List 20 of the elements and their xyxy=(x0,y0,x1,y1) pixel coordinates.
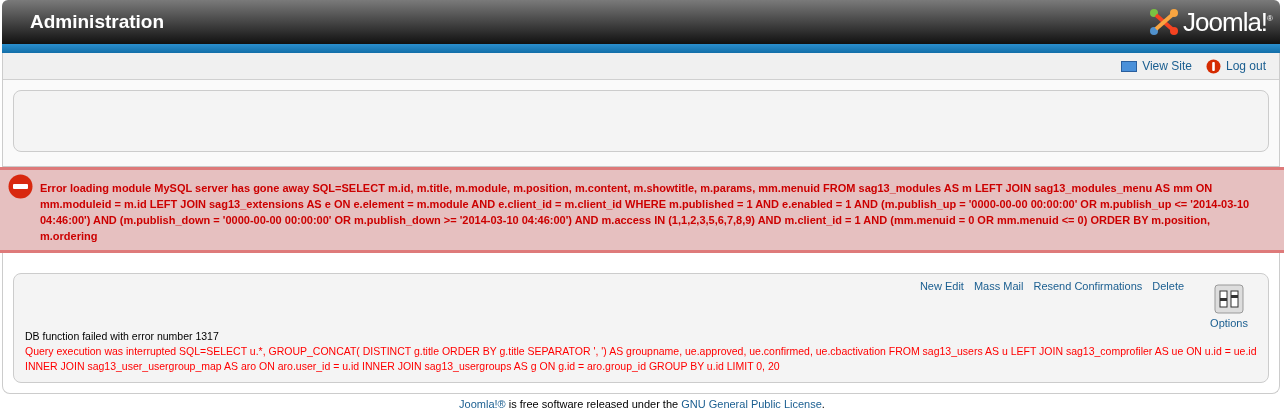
toolbar-link[interactable]: Delete xyxy=(1152,280,1185,292)
toolbar-link[interactable]: New Edit xyxy=(919,280,964,292)
error-text: Error loading module MySQL server has gone away SQL=SELECT m.id, m.title, m.module, m.position, m.content, m.showtitle, m.params, mm.menuid FROM sag13_modules AS m LEFT JOIN sag13_modules_menu AS mm ON mm.moduleid = m.id LEFT JOIN sag13_extensions AS e ON e.element = m.module AND e.client_id = m.client_id WHERE m.published = 1 AND e.enabled = 1 AND (m.publish_up = '0000-00-00 00:00:00' OR m.publish_up <= '2014-03-10 04:46:00') AND (m.publish_down = '0000-00-00 00:00:00' OR m.publish_down >= '2014-03-10 04:46:00') AND m.access IN (1,1,2,3,5,6,7,8,9) AND m.client_id = 1 AND (mm.menuid = 0 OR mm.menuid <= 0) ORDER BY m.position, m.ordering xyxy=(40,181,1251,244)
error-icon xyxy=(8,174,33,199)
power-icon xyxy=(1205,58,1221,74)
error-text: Query execution was interrupted SQL=SELECT u.*, GROUP_CONCAT( DISTINCT g.title ORDER BY g.title SEPARATOR ', ') AS groupname, ue.approved, ue.confirmed, ue.cbactivation FROM sag13_users AS u LEFT JOIN sag13_comprofiler AS ue ON u.id = ue.id INNER JOIN sag13_user_usergroup_map AS aro ON aro.user_id = u.id INNER JOIN sag13_usergroups AS g ON g.id = aro.group_id GROUP BY u.id LIMIT 0, 20 xyxy=(25,344,1258,374)
joomla-link[interactable]: Joomla!® xyxy=(459,398,506,410)
license-link[interactable]: GNU General Public License xyxy=(681,398,822,410)
toolbar-link[interactable]: Mass Mail xyxy=(973,280,1024,292)
screen-icon xyxy=(1121,60,1138,72)
toolbar-link[interactable]: Resend Confirmations xyxy=(1033,280,1143,292)
footer-text: Joomla!® is free software released under the GNU General Public License. xyxy=(458,398,826,410)
logout-link[interactable]: Log out xyxy=(1205,58,1266,74)
options-button[interactable]: Options xyxy=(1210,280,1248,329)
view-site-link[interactable]: View Site xyxy=(1121,59,1192,73)
options-icon xyxy=(1214,284,1245,314)
page-title: Administration xyxy=(30,11,165,33)
error-title: DB function failed with error number 1317 xyxy=(25,329,220,343)
logo-icon xyxy=(1148,7,1181,37)
logo-text: Joomla!$^{®}$ xyxy=(1183,6,1272,38)
